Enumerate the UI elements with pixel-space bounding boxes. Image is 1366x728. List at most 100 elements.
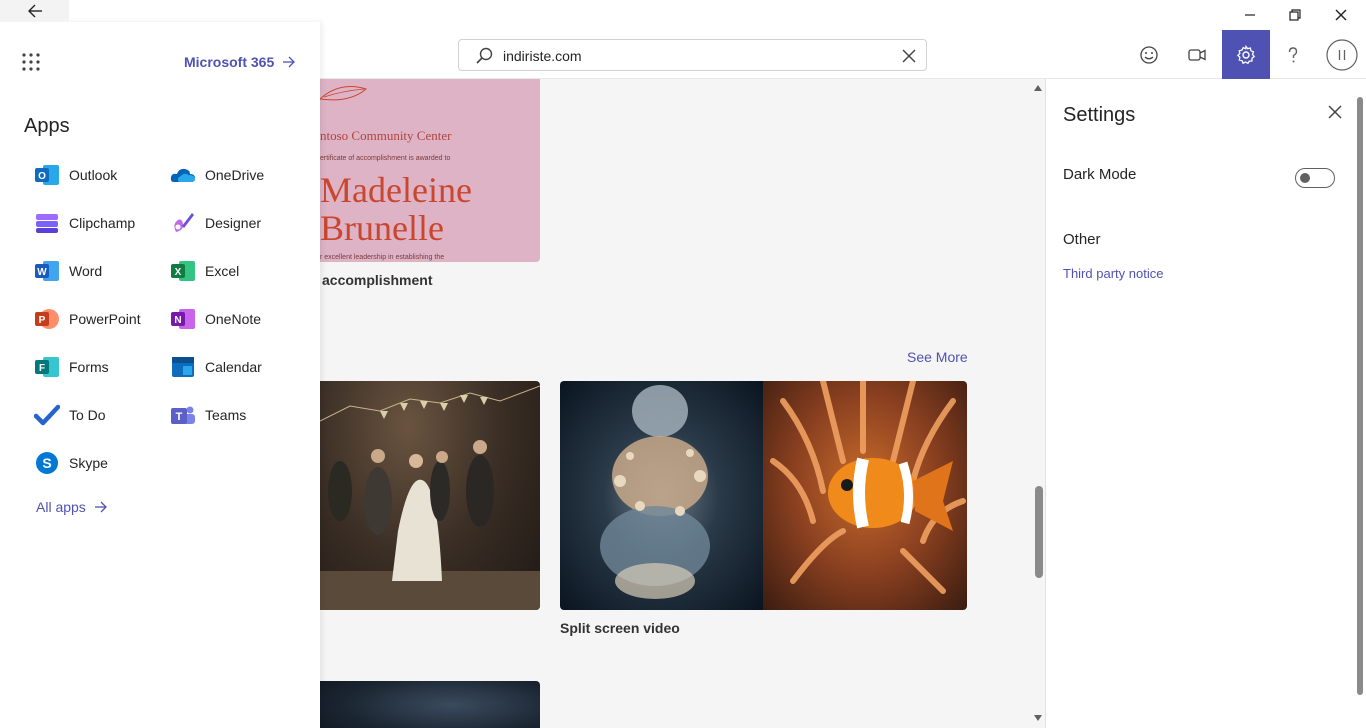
svg-text:S: S: [42, 455, 51, 471]
app-skype[interactable]: S Skype: [34, 447, 108, 479]
gear-icon: [1236, 44, 1256, 64]
certificate-footer: r excellent leadership in establishing t…: [320, 254, 445, 261]
avatar: [1326, 38, 1358, 71]
dark-mode-toggle[interactable]: [1295, 168, 1335, 188]
app-onedrive[interactable]: OneDrive: [170, 159, 264, 191]
clownfish-image: [763, 381, 967, 610]
scroll-down-arrow-icon[interactable]: [1034, 715, 1042, 721]
app-excel[interactable]: X Excel: [170, 255, 239, 287]
svg-text:N: N: [174, 315, 181, 326]
settings-scrollbar[interactable]: [1357, 97, 1363, 695]
minimize-button[interactable]: [1227, 0, 1273, 30]
arrow-right-icon: [283, 56, 296, 68]
certificate-subtitle: ertificate of accomplishment is awarded …: [320, 155, 451, 162]
split-screen-video-thumbnail[interactable]: [560, 381, 967, 610]
third-party-notice-link[interactable]: Third party notice: [1063, 266, 1163, 281]
app-onenote[interactable]: N OneNote: [170, 303, 261, 335]
app-label: Clipchamp: [69, 215, 136, 231]
close-window-button[interactable]: [1318, 0, 1364, 30]
other-heading: Other: [1063, 231, 1101, 248]
help-button[interactable]: [1269, 30, 1317, 79]
app-word[interactable]: W Word: [34, 255, 102, 287]
main-content: ntoso Community Center ertificate of acc…: [320, 79, 1045, 728]
scroll-up-arrow-icon[interactable]: [1034, 85, 1042, 91]
certificate-thumbnail[interactable]: ntoso Community Center ertificate of acc…: [320, 79, 540, 262]
app-label: Forms: [69, 359, 109, 375]
word-icon: W: [34, 258, 60, 284]
svg-text:W: W: [37, 267, 47, 278]
microsoft-365-label: Microsoft 365: [184, 54, 275, 70]
excel-icon: X: [170, 258, 196, 284]
clipchamp-icon: [34, 210, 60, 236]
certificate-name-last: Brunelle: [320, 208, 444, 248]
wedding-video-thumbnail[interactable]: [320, 381, 540, 610]
close-icon: [1335, 9, 1347, 21]
all-apps-link[interactable]: All apps: [36, 499, 108, 515]
account-button[interactable]: [1318, 30, 1366, 79]
back-arrow-icon: [27, 4, 42, 18]
svg-text:P: P: [39, 315, 46, 326]
app-label: Outlook: [69, 167, 118, 183]
forms-icon: F: [34, 354, 60, 380]
svg-text:O: O: [38, 171, 46, 182]
wedding-scene: [320, 385, 540, 610]
microsoft-365-link[interactable]: Microsoft 365: [184, 54, 296, 70]
all-apps-label: All apps: [36, 499, 86, 515]
svg-text:T: T: [176, 411, 183, 423]
onedrive-icon: [170, 162, 196, 188]
app-label: To Do: [69, 407, 106, 423]
onenote-icon: N: [170, 306, 196, 332]
close-settings-button[interactable]: [1324, 101, 1346, 123]
leaf-ornament: [320, 86, 368, 101]
arrow-right-icon: [94, 501, 107, 513]
search-icon: [475, 47, 493, 70]
settings-button[interactable]: [1222, 30, 1270, 79]
restore-icon: [1289, 9, 1301, 21]
certificate-name-first: Madeleine: [320, 170, 472, 210]
video-thumbnail-partial[interactable]: [320, 681, 540, 728]
app-powerpoint[interactable]: P PowerPoint: [34, 303, 141, 335]
clear-search-icon[interactable]: [900, 47, 918, 70]
back-button[interactable]: [0, 0, 69, 22]
app-forms[interactable]: F Forms: [34, 351, 109, 383]
app-label: Designer: [205, 215, 262, 231]
video-button[interactable]: [1173, 30, 1221, 79]
outlook-icon: O: [34, 162, 60, 188]
app-outlook[interactable]: O Outlook: [34, 159, 117, 191]
see-more-link[interactable]: See More: [907, 349, 968, 365]
video-caption: Split screen video: [560, 620, 680, 636]
jellyfish-image: [560, 381, 763, 610]
certificate-org: ntoso Community Center: [320, 128, 452, 143]
settings-panel: Settings Dark Mode Other Third party not…: [1045, 79, 1366, 728]
search-box[interactable]: indiriste.com: [458, 39, 927, 71]
feedback-button[interactable]: [1125, 30, 1173, 79]
help-icon: [1288, 46, 1298, 62]
powerpoint-icon: P: [34, 306, 60, 332]
app-label: Word: [69, 263, 103, 279]
video-camera-icon: [1188, 48, 1206, 61]
app-label: Teams: [205, 407, 247, 423]
app-label: Calendar: [205, 359, 262, 375]
app-label: PowerPoint: [69, 311, 141, 327]
app-label: Excel: [205, 263, 240, 279]
scrollbar-thumb[interactable]: [1035, 486, 1043, 578]
designer-icon: [170, 210, 196, 236]
dark-mode-label: Dark Mode: [1063, 166, 1137, 183]
skype-icon: S: [34, 450, 60, 476]
app-teams[interactable]: T Teams: [170, 399, 246, 431]
settings-title: Settings: [1063, 104, 1136, 126]
svg-text:X: X: [175, 267, 182, 278]
app-designer[interactable]: Designer: [170, 207, 261, 239]
app-clipchamp[interactable]: Clipchamp: [34, 207, 135, 239]
todo-icon: [34, 402, 60, 428]
restore-button[interactable]: [1272, 0, 1318, 30]
smiley-icon: [1140, 45, 1158, 64]
app-label: OneDrive: [205, 167, 265, 183]
app-calendar[interactable]: Calendar: [170, 351, 262, 383]
app-todo[interactable]: To Do: [34, 399, 106, 431]
search-input[interactable]: indiriste.com: [503, 48, 582, 64]
minimize-icon: [1245, 14, 1255, 16]
app-launcher-button[interactable]: [22, 53, 40, 76]
toggle-knob: [1300, 173, 1310, 183]
content-scrollbar[interactable]: [1031, 79, 1045, 728]
